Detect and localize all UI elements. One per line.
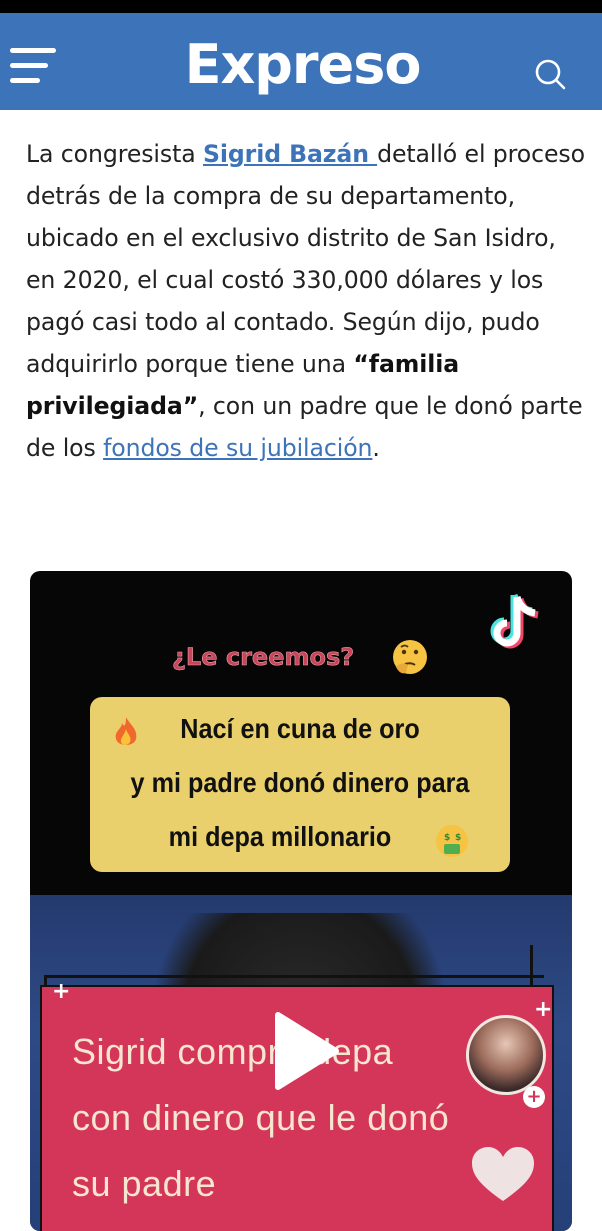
site-logo[interactable]: Expreso (145, 30, 460, 100)
headline-line-1: Sigrid compró depa (72, 1031, 394, 1072)
text-segment: detalló el proceso detrás de la compra d… (26, 140, 585, 378)
search-icon[interactable] (532, 57, 568, 93)
svg-text:$: $ (455, 833, 461, 843)
headline-line-2: con dinero que le donó (72, 1097, 450, 1138)
text-segment: La congresista (26, 140, 203, 168)
svg-text:$: $ (444, 833, 450, 843)
person-link-sigrid-bazan[interactable]: Sigrid Bazán (203, 140, 377, 168)
play-icon[interactable] (270, 1011, 340, 1091)
follow-plus-icon[interactable]: + (523, 1086, 545, 1108)
sparkle-icon: + (52, 979, 71, 1004)
jubilacion-link[interactable]: fondos de su jubilación (103, 434, 372, 462)
tiktok-logo-icon (490, 593, 539, 649)
caption-box: Nací en cuna de oro y mi padre donó dine… (90, 697, 510, 872)
money-mouth-face-icon: $ $ (436, 825, 468, 857)
quote-close: ” (182, 392, 199, 420)
embedded-video[interactable]: ¿Le creemos? Nací en cuna de oro y mi pa… (30, 571, 572, 1231)
caption-line-1: Nací en cuna de oro (180, 713, 420, 744)
quote-open: “ (353, 350, 369, 378)
caption-line-3: mi depa millonario (168, 821, 392, 852)
heart-icon[interactable] (470, 1145, 536, 1205)
status-bar (0, 0, 602, 13)
caption-line-2: y mi padre donó dinero para (130, 767, 470, 798)
article-paragraph: La congresista Sigrid Bazán detalló el p… (26, 133, 586, 469)
text-segment: . (372, 434, 380, 462)
site-header: Expreso (0, 13, 602, 110)
hamburger-menu-icon[interactable] (10, 46, 56, 86)
creator-avatar[interactable] (466, 1015, 546, 1095)
thinking-face-icon (393, 640, 427, 674)
video-question-text: ¿Le creemos? (172, 643, 355, 672)
sparkle-icon: + (534, 997, 553, 1022)
headline-line-3: su padre (72, 1163, 217, 1204)
